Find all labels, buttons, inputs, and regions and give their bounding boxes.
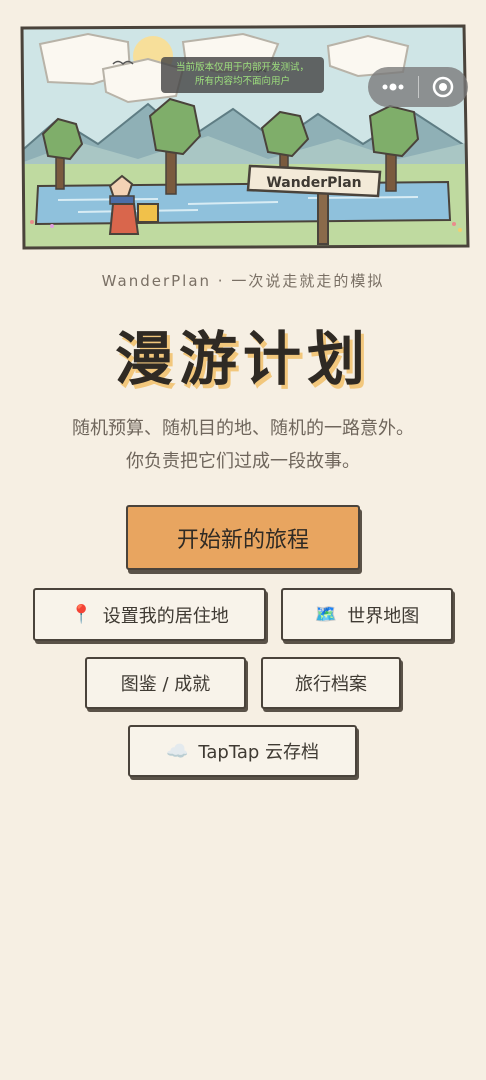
world-map-label: 世界地图: [347, 605, 420, 627]
dev-test-banner: 当前版本仅用于内部开发测试， 所有内容均不面向用户: [161, 57, 324, 93]
cloud-save-label: TapTap 云存档: [198, 742, 320, 763]
set-home-button[interactable]: 📍 设置我的居住地: [33, 588, 266, 641]
world-map-icon: 🗺️: [314, 604, 338, 625]
sign-label: WanderPlan: [266, 175, 361, 191]
more-dots-icon: [382, 83, 404, 91]
cloud-save-button[interactable]: ☁️ TapTap 云存档: [128, 725, 357, 777]
collection-achievements-button[interactable]: 图鉴 / 成就: [85, 657, 246, 709]
start-journey-label: 开始新的旅程: [176, 527, 309, 553]
app-title: 漫游计划: [114, 325, 371, 393]
start-journey-button[interactable]: 开始新的旅程: [126, 505, 360, 570]
target-circle-icon: [433, 76, 454, 98]
travel-archive-button[interactable]: 旅行档案: [261, 657, 401, 709]
more-button[interactable]: [368, 67, 418, 107]
dev-banner-line1: 当前版本仅用于内部开发测试，: [175, 62, 309, 73]
collection-label: 图鉴 / 成就: [120, 674, 211, 695]
description-line1: 随机预算、随机目的地、随机的一路意外。: [72, 418, 414, 439]
app-subtitle: WanderPlan · 一次说走就走的模拟: [101, 272, 385, 290]
cloud-icon: ☁️: [165, 740, 189, 762]
set-home-label: 设置我的居住地: [102, 605, 229, 627]
world-map-button[interactable]: 🗺️ 世界地图: [281, 588, 453, 641]
app-description: 随机预算、随机目的地、随机的一路意外。 你负责把它们过成一段故事。: [0, 412, 486, 478]
pin-icon: 📍: [70, 604, 93, 625]
miniprogram-capsule: [368, 67, 468, 107]
description-line2: 你负责把它们过成一段故事。: [126, 451, 360, 472]
dev-banner-line2: 所有内容均不面向用户: [194, 76, 290, 87]
travel-archive-label: 旅行档案: [295, 674, 367, 695]
close-miniprogram-button[interactable]: [419, 67, 469, 107]
